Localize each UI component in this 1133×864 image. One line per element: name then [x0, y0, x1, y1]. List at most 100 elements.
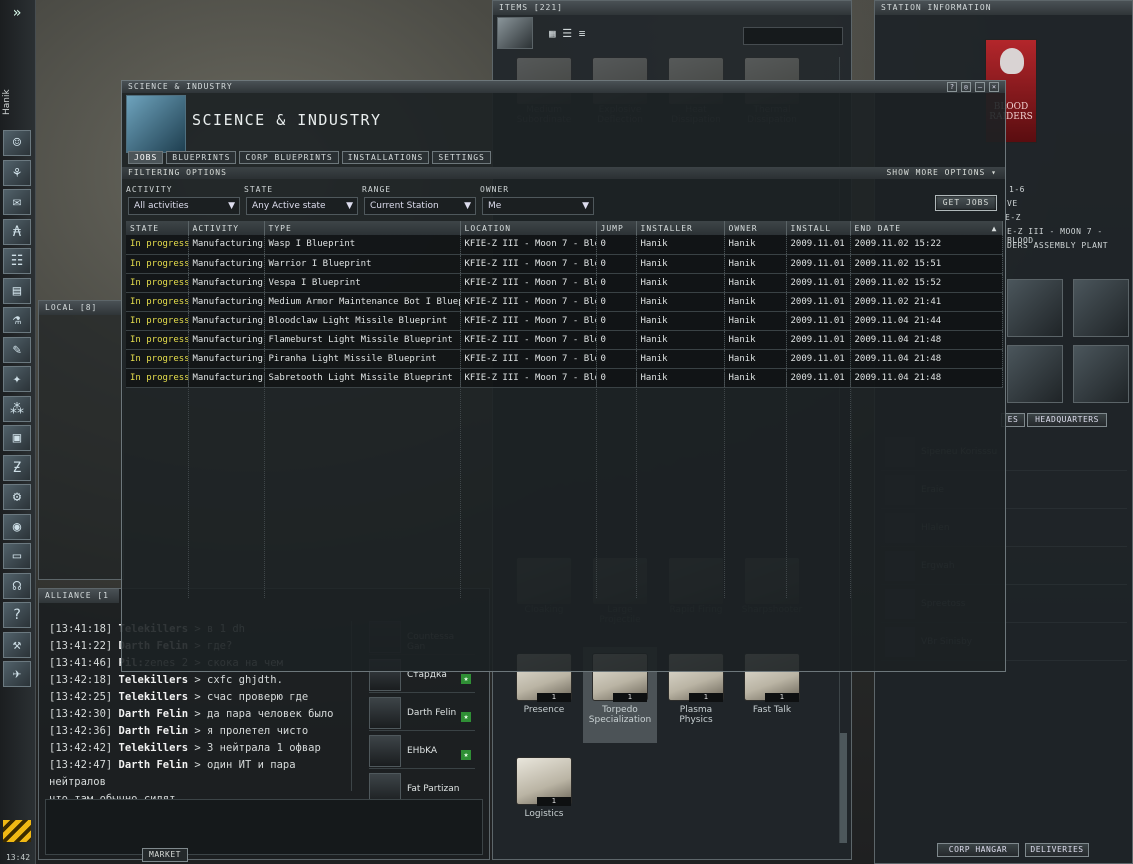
activity-select[interactable]: All activities ▼ — [128, 197, 240, 215]
tab-settings[interactable]: SETTINGS — [432, 151, 491, 164]
table-cell: 2009.11.04 21:48 — [850, 349, 1003, 369]
market-tab[interactable]: MARKET — [142, 848, 188, 862]
si-window-title[interactable]: SCIENCE & INDUSTRY — [122, 81, 1005, 93]
ship-icon[interactable]: ⚘ — [3, 159, 31, 186]
show-more-options-button[interactable]: SHOW MORE OPTIONS ▾ — [886, 167, 997, 179]
get-jobs-button[interactable]: GET JOBS — [935, 195, 997, 211]
table-cell: In progress — [126, 292, 189, 312]
filtering-options-bar[interactable]: FILTERING OPTIONS SHOW MORE OPTIONS ▾ — [122, 167, 1005, 179]
column-header-location[interactable]: LOCATION — [460, 221, 597, 235]
character-icon[interactable]: ☺ — [3, 130, 31, 156]
column-header-type[interactable]: TYPE — [264, 221, 461, 235]
column-header-jump[interactable]: JUMP — [596, 221, 637, 235]
corp-icon[interactable]: ⁂ — [3, 395, 31, 422]
options-icon[interactable]: ◎ — [961, 82, 971, 92]
map-icon[interactable]: ✦ — [3, 366, 31, 392]
column-header-installer[interactable]: INSTALLER — [636, 221, 725, 235]
items-window-title[interactable]: ITEMS [221] — [493, 1, 851, 15]
table-empty-area — [126, 373, 1002, 598]
chat-timestamp: [13:41:22] — [49, 640, 113, 652]
tab-blueprints[interactable]: BLUEPRINTS — [166, 151, 237, 164]
skills-icon[interactable]: Ƶ — [3, 454, 31, 481]
sort-ascending-icon: ▲ — [991, 223, 998, 233]
mail-icon[interactable]: ✉ — [3, 189, 31, 215]
repair-shop-icon[interactable] — [1073, 345, 1129, 403]
chat-sender[interactable]: Telekillers — [112, 674, 189, 686]
minimize-icon[interactable]: – — [975, 82, 985, 92]
column-header-activity[interactable]: ACTIVITY — [188, 221, 265, 235]
refinery-icon[interactable] — [1007, 345, 1063, 403]
chat-sender[interactable]: Darth Felin — [112, 708, 189, 720]
notepad-icon[interactable]: ▭ — [3, 543, 31, 569]
column-header-owner[interactable]: OWNER — [724, 221, 787, 235]
range-filter-label: RANGE — [362, 185, 392, 194]
alliance-chat-tab[interactable]: ALLIANCE [1 — [39, 589, 119, 603]
station-window-title[interactable]: STATION INFORMATION — [875, 1, 1132, 15]
autopilot-hazard-icon[interactable] — [3, 820, 31, 842]
close-icon[interactable]: × — [989, 82, 999, 92]
expand-neocom-button[interactable]: » — [2, 2, 32, 24]
table-cell: KFIE-Z III - Moon 7 - Bloo — [460, 330, 597, 350]
tab-installations[interactable]: INSTALLATIONS — [341, 151, 430, 164]
column-divider — [724, 373, 725, 598]
chat-input[interactable] — [45, 799, 483, 855]
assets-icon[interactable]: ▤ — [3, 277, 31, 304]
state-select[interactable]: Any Active state ▼ — [246, 197, 358, 215]
help-icon[interactable]: ? — [3, 602, 31, 628]
clone-bay-icon[interactable] — [1007, 279, 1063, 337]
settings-icon[interactable]: ⚒ — [3, 631, 31, 658]
help-icon[interactable]: ? — [947, 82, 957, 92]
journal-icon[interactable]: ✎ — [3, 336, 31, 363]
science-icon[interactable]: ⚗ — [3, 307, 31, 333]
chat-member[interactable]: Darth Felin ★ — [369, 697, 475, 731]
tab-jobs[interactable]: JOBS — [128, 151, 164, 164]
table-row[interactable]: In progress Manufacturing Bloodclaw Light … — [126, 311, 1003, 331]
character-name[interactable]: Hanik — [2, 80, 32, 124]
drones-icon[interactable]: ✈ — [3, 661, 31, 687]
table-cell: 0 — [596, 235, 637, 255]
tab-headquarters[interactable]: HEADQUARTERS — [1027, 413, 1107, 427]
chat-timestamp: [13:41:18] — [49, 623, 113, 635]
table-row[interactable]: In progress Manufacturing Warrior I Bluepr… — [126, 254, 1003, 274]
chat-timestamp: [13:42:18] — [49, 674, 113, 686]
people-icon[interactable]: ☷ — [3, 248, 31, 274]
range-select[interactable]: Current Station ▼ — [364, 197, 476, 215]
factory-icon[interactable] — [1073, 279, 1129, 337]
table-cell: Hanik — [636, 292, 725, 312]
table-row[interactable]: In progress Manufacturing Medium Armor Mai… — [126, 292, 1003, 312]
fitting-icon[interactable]: ⚙ — [3, 484, 31, 510]
si-tab-bar: JOBS BLUEPRINTS CORP BLUEPRINTS INSTALLATIO… — [128, 151, 491, 164]
items-search-input[interactable] — [743, 27, 843, 45]
wallet-icon[interactable]: ₳ — [3, 218, 31, 245]
station-detail-line: VE — [1007, 199, 1018, 208]
view-mode-icon[interactable]: ▦ ☰ ≡ — [549, 27, 585, 40]
column-header-install[interactable]: INSTALL — [786, 221, 851, 235]
deliveries-button[interactable]: DELIVERIES — [1025, 843, 1089, 857]
table-row[interactable]: In progress Manufacturing Vespa I Blueprin… — [126, 273, 1003, 293]
table-row[interactable]: In progress Manufacturing Piranha Light Mi… — [126, 349, 1003, 369]
table-cell: 2009.11.01 — [786, 292, 851, 312]
browser-icon[interactable]: ◉ — [3, 513, 31, 540]
skillbook-item[interactable]: 1 Logistics — [507, 751, 581, 847]
cargo-icon[interactable]: ▣ — [3, 425, 31, 451]
table-cell: 2009.11.01 — [786, 311, 851, 331]
corp-hangar-button[interactable]: CORP HANGAR — [937, 843, 1019, 857]
table-cell: KFIE-Z III - Moon 7 - Bloo — [460, 349, 597, 369]
chat-sender[interactable]: Darth Felin — [112, 759, 189, 771]
skull-icon — [1000, 48, 1024, 74]
chat-sender[interactable]: Telekillers — [112, 742, 189, 754]
owner-select[interactable]: Me ▼ — [482, 197, 594, 215]
chat-icon[interactable]: ☊ — [3, 572, 31, 599]
owner-select-value: Me — [488, 201, 502, 211]
table-row[interactable]: In progress Manufacturing Flameburst Light… — [126, 330, 1003, 350]
table-row[interactable]: In progress Manufacturing Wasp I Blueprint… — [126, 235, 1003, 255]
column-header-end-date[interactable]: END DATE ▲ — [850, 221, 1003, 235]
item-quantity: 1 — [765, 693, 799, 702]
local-window-title[interactable]: LOCAL [8] — [39, 301, 123, 315]
chat-sender[interactable]: Darth Felin — [112, 725, 189, 737]
chat-member[interactable]: EHbKA ★ — [369, 735, 475, 769]
chat-sender[interactable]: Telekillers — [112, 691, 189, 703]
table-cell: 2009.11.01 — [786, 349, 851, 369]
tab-corp-blueprints[interactable]: CORP BLUEPRINTS — [239, 151, 339, 164]
column-header-state[interactable]: STATE — [126, 221, 189, 235]
